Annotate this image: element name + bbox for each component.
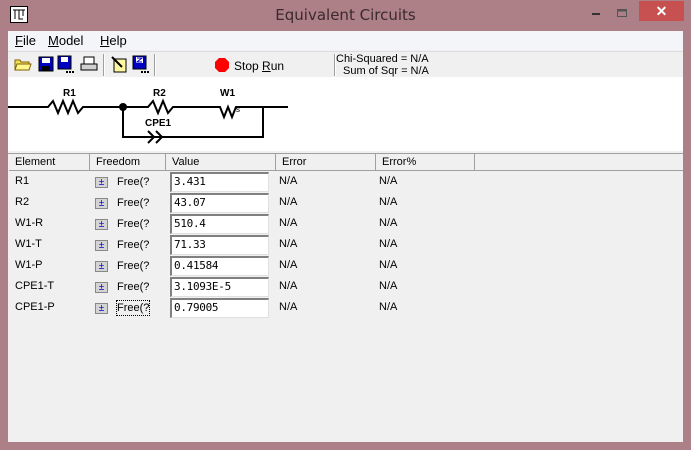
error-cell: N/A <box>279 175 298 187</box>
element-cell: W1-P <box>15 259 43 271</box>
minimize-button[interactable] <box>586 8 612 24</box>
toggle-freedom-button[interactable]: ± <box>95 198 108 209</box>
error-pct-cell: N/A <box>379 259 398 271</box>
error-cell: N/A <box>279 301 298 313</box>
r2-label: R2 <box>153 88 166 99</box>
menu-help[interactable]: Help <box>100 33 127 48</box>
freedom-cell[interactable]: Free(? <box>117 238 149 252</box>
header-element[interactable]: Element <box>9 154 90 171</box>
freedom-cell[interactable]: Free(? <box>117 259 149 273</box>
printer-icon <box>80 56 98 71</box>
error-pct-cell: N/A <box>379 280 398 292</box>
header-value[interactable]: Value <box>166 154 276 171</box>
floppy-dots-icon <box>57 55 74 73</box>
freedom-cell[interactable]: Free(? <box>117 217 149 231</box>
menu-file-label: File <box>15 33 36 48</box>
edit-document-icon <box>111 56 127 73</box>
element-cell: W1-T <box>15 238 42 250</box>
cpe1-label: CPE1 <box>145 118 172 129</box>
w1-label: W1 <box>220 88 235 99</box>
menu-file[interactable]: File <box>15 33 36 48</box>
error-pct-cell: N/A <box>379 238 398 250</box>
element-cell: CPE1-T <box>15 280 55 292</box>
parallel-branch <box>122 107 264 138</box>
error-pct-cell: N/A <box>379 301 398 313</box>
element-cell: R1 <box>15 175 30 187</box>
value-input[interactable]: 71.33 <box>170 235 269 255</box>
chi-squared-readout: Chi-Squared = N/A <box>336 53 429 65</box>
toggle-freedom-button[interactable]: ± <box>95 303 108 314</box>
floppy-icon <box>38 56 54 72</box>
save-as-button[interactable] <box>57 55 75 73</box>
close-icon: ✕ <box>655 3 668 19</box>
error-cell: N/A <box>279 217 298 229</box>
plus-minus-icon: ± <box>98 177 105 188</box>
circuit-diagram[interactable]: R1 R2 W1 s CPE1 <box>8 77 683 151</box>
value-input[interactable]: 3.431 <box>170 172 269 192</box>
error-cell: N/A <box>279 196 298 208</box>
freedom-cell[interactable]: Free(? <box>117 280 149 294</box>
junction-node <box>119 103 127 111</box>
toggle-freedom-button[interactable]: ± <box>95 261 108 272</box>
toggle-freedom-button[interactable]: ± <box>95 219 108 230</box>
stop-run-label-pre: Stop <box>234 59 263 73</box>
menu-model[interactable]: Model <box>48 33 83 48</box>
stop-icon <box>215 58 229 72</box>
floppy-z-icon <box>132 55 149 73</box>
parameter-grid <box>8 153 683 442</box>
plus-minus-icon: ± <box>98 198 105 209</box>
value-input[interactable]: 0.79005 <box>170 298 269 318</box>
plus-minus-icon: ± <box>98 282 105 293</box>
toolbar-separator <box>154 54 156 76</box>
stop-run-label-post: un <box>270 59 285 73</box>
freedom-cell[interactable]: Free(? <box>115 300 151 316</box>
plus-minus-icon: ± <box>98 219 105 230</box>
freedom-cell[interactable]: Free(? <box>117 175 149 189</box>
value-input[interactable]: 43.07 <box>170 193 269 213</box>
toggle-freedom-button[interactable]: ± <box>95 177 108 188</box>
value-input[interactable]: 510.4 <box>170 214 269 234</box>
stop-run-label: Stop Run <box>234 59 284 73</box>
element-cell: W1-R <box>15 217 44 229</box>
value-input[interactable]: 3.1093E-5 <box>170 277 269 297</box>
print-button[interactable] <box>80 55 98 73</box>
circuit-drawing <box>8 98 288 144</box>
value-input[interactable]: 0.41584 <box>170 256 269 276</box>
plus-minus-icon: ± <box>98 303 105 314</box>
error-pct-cell: N/A <box>379 217 398 229</box>
open-button[interactable] <box>14 55 32 73</box>
header-filler <box>475 154 683 171</box>
error-cell: N/A <box>279 280 298 292</box>
error-cell: N/A <box>279 238 298 250</box>
toggle-freedom-button[interactable]: ± <box>95 240 108 251</box>
maximize-button[interactable] <box>614 6 640 22</box>
menu-help-label: Help <box>100 33 127 48</box>
w1-subscript: s <box>236 105 240 114</box>
header-freedom[interactable]: Freedom <box>90 154 166 171</box>
error-pct-cell: N/A <box>379 196 398 208</box>
save-z-button[interactable] <box>132 55 150 73</box>
element-cell: CPE1-P <box>15 301 55 313</box>
app-icon[interactable] <box>10 6 28 23</box>
header-error-pct[interactable]: Error% <box>376 154 475 171</box>
close-button[interactable]: ✕ <box>639 1 684 21</box>
error-cell: N/A <box>279 259 298 271</box>
r1-label: R1 <box>63 88 76 99</box>
save-button[interactable] <box>37 55 55 73</box>
header-error[interactable]: Error <box>276 154 376 171</box>
toolbar-separator <box>103 54 105 76</box>
sum-of-sqr-readout: Sum of Sqr = N/A <box>343 65 429 77</box>
freedom-cell[interactable]: Free(? <box>117 196 149 210</box>
stop-run-label-accel: R <box>262 59 271 73</box>
plus-minus-icon: ± <box>98 261 105 272</box>
menu-model-label: Model <box>48 33 84 48</box>
element-cell: R2 <box>15 196 30 208</box>
toggle-freedom-button[interactable]: ± <box>95 282 108 293</box>
folder-open-icon <box>14 59 32 71</box>
edit-button[interactable] <box>110 55 128 73</box>
stop-run-button[interactable]: Stop Run <box>215 58 315 74</box>
main-branch <box>8 98 288 120</box>
plus-minus-icon: ± <box>98 240 105 251</box>
error-pct-cell: N/A <box>379 175 398 187</box>
